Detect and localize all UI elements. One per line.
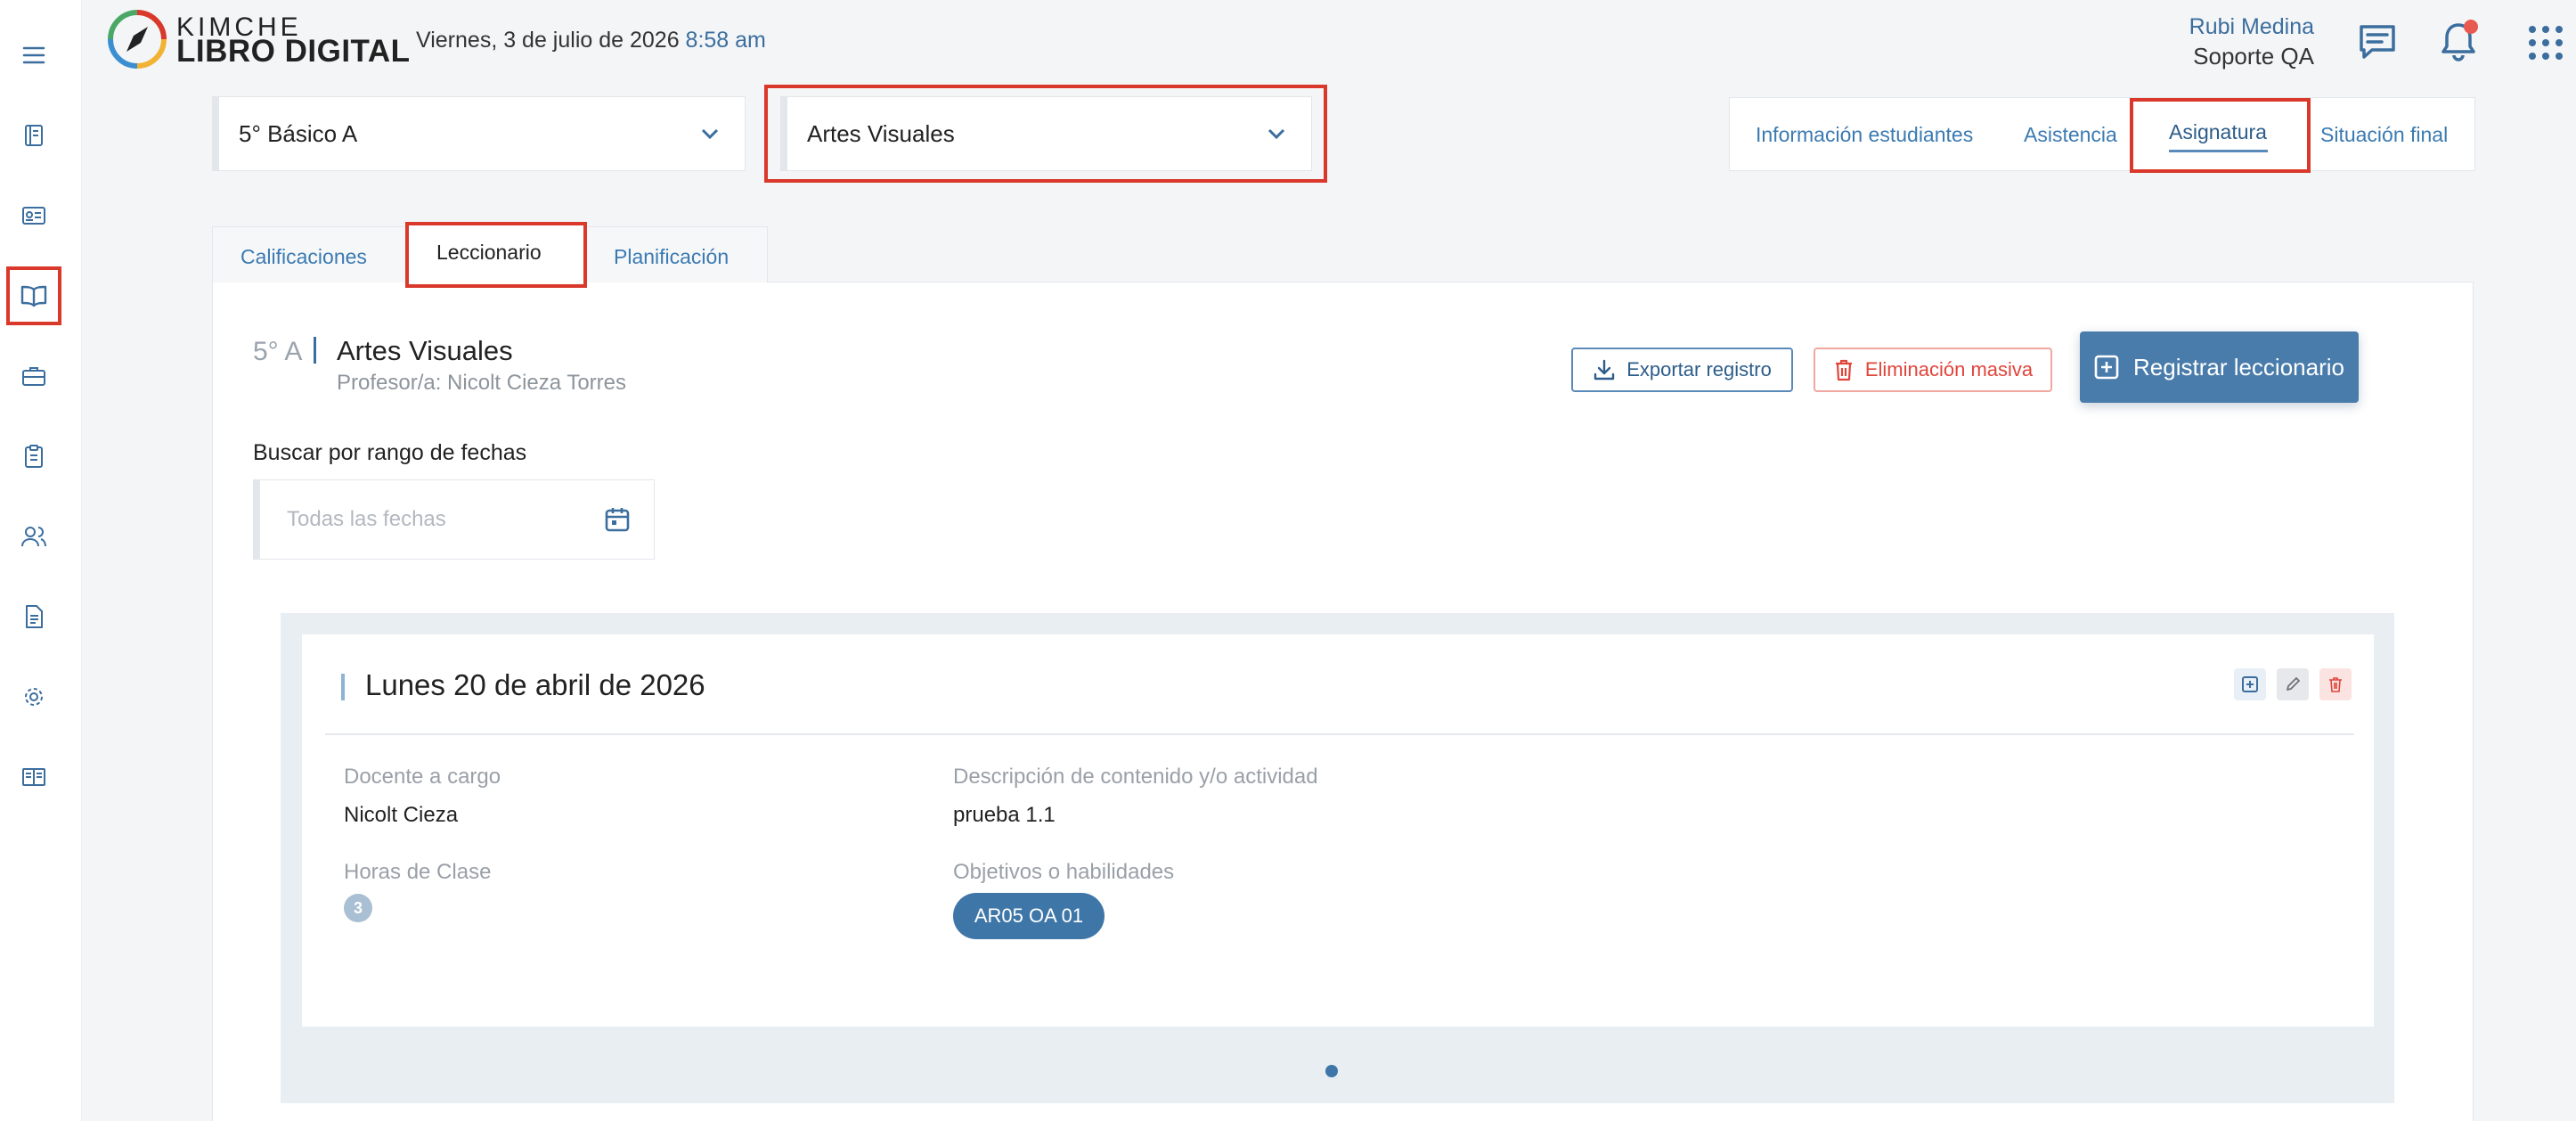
description-value: prueba 1.1 [953,803,1056,827]
subject-select[interactable]: Artes Visuales [780,96,1312,171]
time-text: 8:58 am [685,28,766,53]
course-separator [314,337,316,364]
logo-compass-icon [105,7,169,71]
add-icon[interactable] [2234,668,2266,700]
hours-badge: 3 [344,894,372,922]
description-label: Descripción de contenido y/o actividad [953,765,1318,789]
card-divider [325,733,2354,735]
header-date: Viernes, 3 de julio de 2026 8:58 am [416,28,766,53]
chevron-down-icon [1267,127,1286,140]
register-button-label: Registrar leccionario [2133,353,2344,380]
bulk-delete-button[interactable]: Eliminación masiva [1814,348,2052,392]
bell-icon[interactable] [2437,18,2483,64]
tab-planificacion[interactable]: Planificación [614,245,729,269]
course-select[interactable]: 5° Básico A [212,96,746,171]
user-role: Soporte QA [2193,43,2314,70]
plus-square-icon [2094,355,2119,380]
tab-calificaciones[interactable]: Calificaciones [240,245,367,269]
nav-informacion-estudiantes[interactable]: Información estudiantes [1756,123,1973,147]
delete-icon[interactable] [2319,668,2352,700]
apps-grid-icon[interactable] [2528,25,2564,61]
menu-icon[interactable] [18,39,50,71]
id-card-icon[interactable] [18,200,50,232]
logo-text-bottom: LIBRO DIGITAL [176,34,411,69]
document-icon[interactable] [18,601,50,633]
open-book-icon[interactable] [18,280,50,312]
register-button[interactable]: Registrar leccionario [2080,331,2359,403]
briefcase-icon[interactable] [18,360,50,392]
card-title-accent [341,674,345,700]
nav-situacion-final[interactable]: Situación final [2320,123,2448,147]
trash-icon [1833,358,1855,381]
course-code: 5° A [253,337,303,366]
date-range-placeholder: Todas las fechas [287,507,446,531]
gear-icon[interactable] [18,681,50,713]
teacher-value: Nicolt Cieza [344,803,459,827]
objective-chip[interactable]: AR05 OA 01 [953,893,1105,939]
objectives-label: Objetivos o habilidades [953,860,1175,884]
notebook-icon[interactable] [18,119,50,151]
subject-select-value: Artes Visuales [807,119,955,147]
sidebar [0,0,82,1121]
section-nav: Información estudiantes Asistencia Asign… [1729,97,2475,171]
chat-icon[interactable] [2356,20,2399,62]
nav-asistencia[interactable]: Asistencia [2024,123,2117,147]
date-range-input[interactable]: Todas las fechas [253,479,655,560]
edit-icon[interactable] [2277,668,2309,700]
clipboard-icon[interactable] [18,440,50,472]
date-text: Viernes, 3 de julio de 2026 [416,28,680,53]
user-name[interactable]: Rubi Medina [2189,14,2314,40]
hours-label: Horas de Clase [344,860,492,884]
tab-leccionario[interactable]: Leccionario [436,241,542,265]
chevron-down-icon [700,127,720,140]
teacher-label: Docente a cargo [344,765,501,789]
course-select-value: 5° Básico A [239,119,358,147]
course-teacher: Profesor/a: Nicolt Cieza Torres [337,371,627,395]
export-button-label: Exportar registro [1626,358,1772,380]
bulk-delete-label: Eliminación masiva [1864,358,2034,380]
date-range-label: Buscar por rango de fechas [253,440,527,465]
export-button[interactable]: Exportar registro [1571,348,1793,392]
download-icon [1593,358,1616,381]
nav-asignatura-highlight [2130,98,2311,173]
users-icon[interactable] [18,520,50,552]
book-icon[interactable] [18,761,50,793]
carousel-dot[interactable] [1325,1065,1338,1077]
lesson-date-title: Lunes 20 de abril de 2026 [365,668,705,701]
calendar-icon[interactable] [604,506,631,533]
course-name: Artes Visuales [337,335,513,366]
